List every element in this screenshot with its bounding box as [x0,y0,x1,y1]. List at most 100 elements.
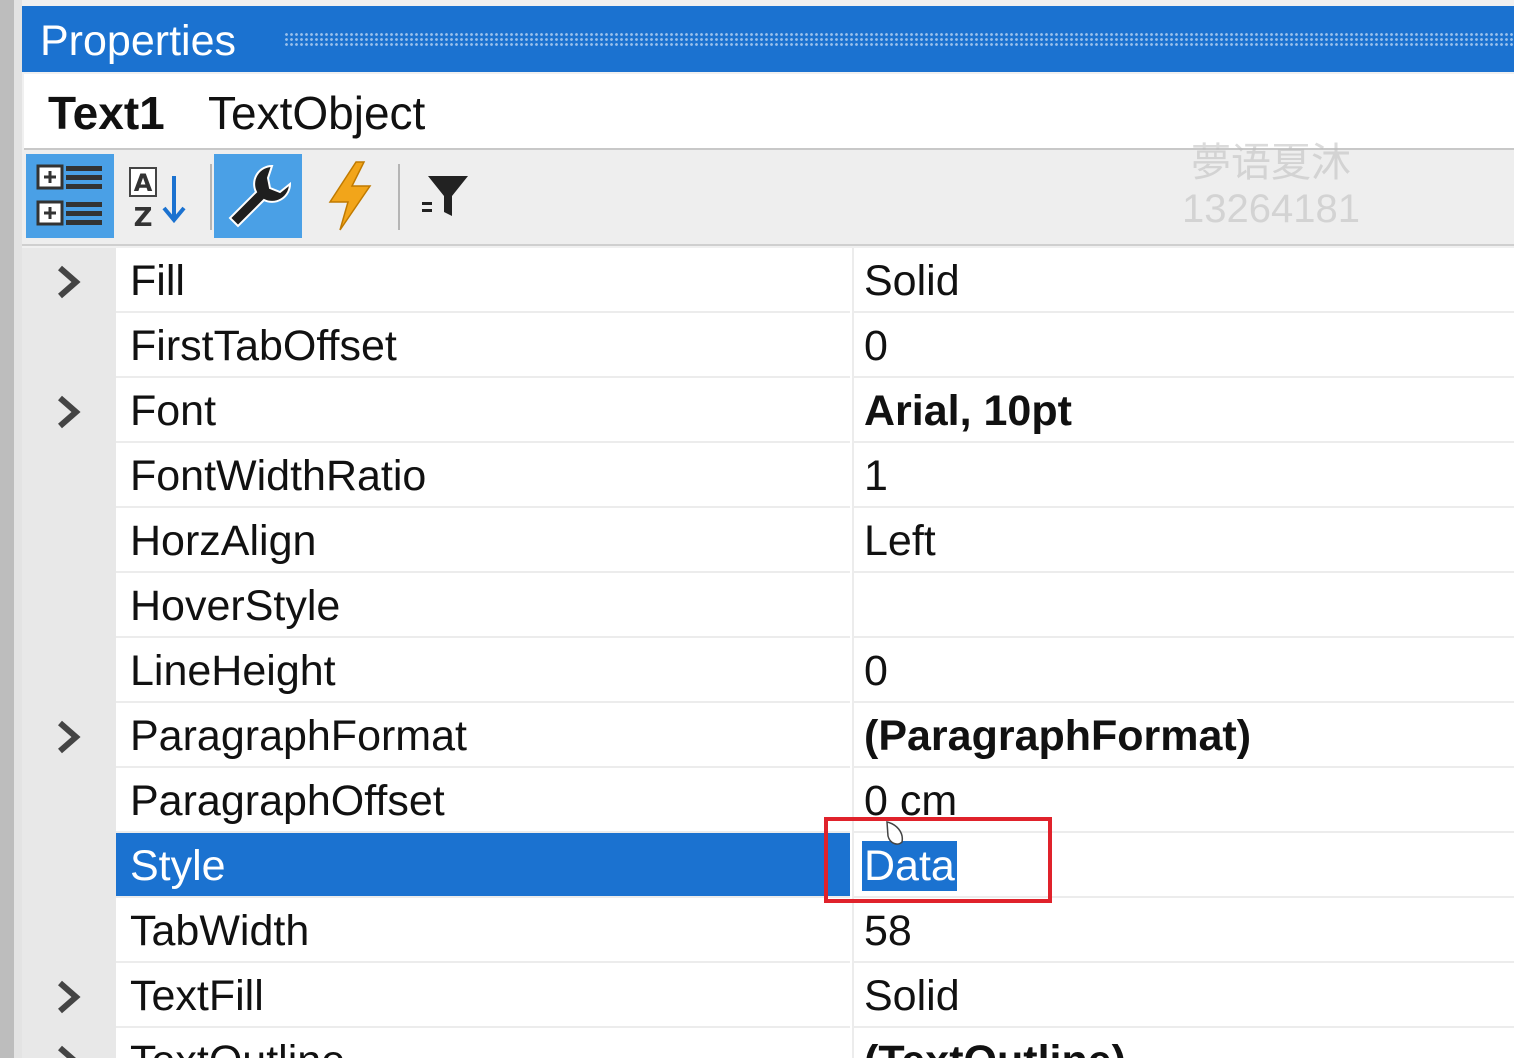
alphabetical-button[interactable]: A Z [118,154,206,238]
property-row-paragraphoffset[interactable]: ParagraphOffset 0 cm [22,768,1514,833]
property-row-paragraphformat[interactable]: ParagraphFormat (ParagraphFormat) [22,703,1514,768]
row-gutter [22,638,116,703]
property-row-horzalign[interactable]: HorzAlign Left [22,508,1514,573]
wrench-properties-icon [228,164,292,228]
object-name: Text1 [48,87,165,139]
expand-chevron-icon[interactable] [48,1042,88,1058]
expand-chevron-icon[interactable] [48,392,88,432]
left-window-border [14,0,22,1058]
property-value: 1 [864,452,888,500]
property-name: LineHeight [130,647,336,695]
expand-chevron-icon[interactable] [48,262,88,302]
property-name-cell[interactable]: ParagraphFormat [116,703,850,768]
property-value-cell[interactable]: 0 [852,313,1514,378]
lightning-events-icon [328,161,372,231]
property-value-cell[interactable]: (ParagraphFormat) [852,703,1514,768]
property-name: Fill [130,257,185,305]
toolbar-separator [398,164,400,230]
properties-panel: Properties Text1 TextObject A Z 夢语夏沐 132… [22,0,1514,1058]
row-gutter [22,833,116,898]
expand-chevron-icon[interactable] [48,977,88,1017]
properties-button[interactable] [214,154,302,238]
property-value-selected-text[interactable]: Data [862,841,957,891]
property-value: 58 [864,907,912,955]
property-name-cell[interactable]: TextFill [116,963,850,1028]
property-name: ParagraphOffset [130,777,445,825]
property-name-cell[interactable]: TextOutline [116,1028,850,1058]
property-name: TextOutline [130,1036,345,1058]
row-gutter [22,1028,116,1058]
property-value: Left [864,517,936,565]
property-row-firsttaboffset[interactable]: FirstTabOffset 0 [22,313,1514,378]
events-button[interactable] [306,154,394,238]
row-gutter [22,963,116,1028]
property-value-cell[interactable]: 1 [852,443,1514,508]
property-value-cell[interactable]: 0 [852,638,1514,703]
left-window-edge [0,0,14,1058]
property-name-cell[interactable]: TabWidth [116,898,850,963]
property-value-cell[interactable]: 58 [852,898,1514,963]
categorized-button[interactable] [26,154,114,238]
property-value-cell[interactable] [852,573,1514,638]
property-row-tabwidth[interactable]: TabWidth 58 [22,898,1514,963]
panel-title-bar[interactable]: Properties [22,6,1514,72]
property-name: Font [130,387,217,435]
property-value-cell[interactable]: Solid [852,963,1514,1028]
svg-text:A: A [134,169,153,197]
property-name-cell[interactable]: Fill [116,248,850,313]
property-name-cell[interactable]: HorzAlign [116,508,850,573]
property-value: Arial, 10pt [864,387,1072,435]
property-grid: Fill Solid FirstTabOffset 0 Font Arial, … [22,248,1514,1058]
title-grip[interactable] [284,32,1514,46]
property-name-cell[interactable]: Font [116,378,850,443]
property-row-textfill[interactable]: TextFill Solid [22,963,1514,1028]
row-gutter [22,508,116,573]
property-value-cell[interactable]: 0 cm [852,768,1514,833]
property-row-fill[interactable]: Fill Solid [22,248,1514,313]
property-value-cell[interactable]: Arial, 10pt [852,378,1514,443]
panel-title: Properties [40,17,236,65]
row-gutter [22,768,116,833]
property-name-cell[interactable]: ParagraphOffset [116,768,850,833]
row-gutter [22,703,116,768]
object-type: TextObject [208,87,426,139]
watermark: 夢语夏沐 13264181 [1182,140,1360,232]
property-name-cell[interactable]: Style [116,833,850,898]
toolbar-separator [210,164,212,230]
property-value-editor[interactable]: Data [852,833,1514,898]
expand-chevron-icon[interactable] [48,717,88,757]
property-name: TextFill [130,972,264,1020]
property-value-cell[interactable]: Solid [852,248,1514,313]
property-name: ParagraphFormat [130,712,467,760]
property-value-cell[interactable]: (TextOutline) [852,1028,1514,1058]
mouse-cursor-icon [886,821,904,845]
watermark-line1: 夢语夏沐 [1190,141,1351,185]
property-name: TabWidth [130,907,310,955]
property-name: Style [130,842,226,890]
property-value: 0 cm [864,777,958,825]
row-gutter [22,898,116,963]
property-value-cell[interactable]: Left [852,508,1514,573]
property-row-fontwidthratio[interactable]: FontWidthRatio 1 [22,443,1514,508]
object-selector[interactable]: Text1 TextObject [24,74,1514,150]
filter-icon [422,176,468,216]
property-row-hoverstyle[interactable]: HoverStyle [22,573,1514,638]
property-value: Solid [864,972,960,1020]
filter-button[interactable] [402,154,490,238]
property-row-style[interactable]: Style Data [22,833,1514,898]
property-name-cell[interactable]: HoverStyle [116,573,850,638]
property-value: (ParagraphFormat) [864,712,1252,760]
property-name-cell[interactable]: LineHeight [116,638,850,703]
property-row-textoutline[interactable]: TextOutline (TextOutline) [22,1028,1514,1058]
property-row-lineheight[interactable]: LineHeight 0 [22,638,1514,703]
property-value: Solid [864,257,960,305]
property-name: FontWidthRatio [130,452,427,500]
property-row-font[interactable]: Font Arial, 10pt [22,378,1514,443]
property-value: 0 [864,322,888,370]
watermark-line2: 13264181 [1182,187,1360,231]
categorized-icon [36,164,102,226]
property-name-cell[interactable]: FontWidthRatio [116,443,850,508]
property-name: FirstTabOffset [130,322,397,370]
property-value: (TextOutline) [864,1036,1126,1058]
property-name-cell[interactable]: FirstTabOffset [116,313,850,378]
